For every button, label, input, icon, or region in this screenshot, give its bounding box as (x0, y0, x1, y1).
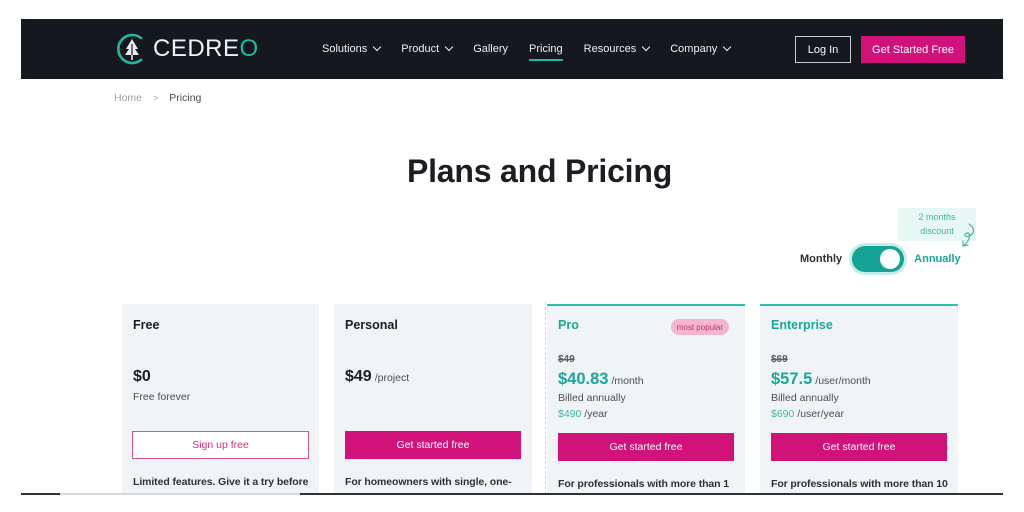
login-button[interactable]: Log In (795, 36, 851, 63)
get-started-free-button[interactable]: Get started free (771, 433, 947, 461)
plan-card-pro: Pro most popular $49 $40.83 /month Bille… (547, 304, 745, 494)
plan-card-free: Free $0 Free forever Sign up free Limite… (122, 304, 319, 494)
price-row: $49 /project (345, 368, 409, 386)
plan-description: For professionals with more than 1 (558, 478, 730, 490)
top-navbar: CEDREO Solutions Product Gallery Pricing… (21, 19, 1003, 79)
billing-toggle: Monthly Annually (800, 244, 961, 274)
get-started-free-button[interactable]: Get started free (345, 431, 521, 459)
nav-gallery-label: Gallery (473, 43, 509, 55)
plan-card-enterprise: Enterprise $69 $57.5 /user/month Billed … (760, 304, 958, 494)
main-nav: Solutions Product Gallery Pricing Resour… (322, 19, 751, 79)
billing-period-switch[interactable] (852, 246, 905, 272)
yearly-unit: /user/year (797, 408, 844, 420)
chevron-down-icon (373, 42, 382, 52)
nav-company[interactable]: Company (670, 19, 732, 79)
nav-solutions[interactable]: Solutions (322, 19, 382, 79)
billed-annually: Billed annually (558, 392, 626, 404)
price-row: $57.5 /user/month (771, 370, 871, 389)
chevron-down-icon (444, 42, 454, 52)
chevron-down-icon (723, 42, 732, 52)
billed-annually: Billed annually (771, 392, 839, 404)
price-row: $40.83 /month (558, 370, 644, 389)
nav-resources[interactable]: Resources (583, 19, 651, 79)
plan-price: $0 (133, 368, 151, 385)
plans-divider (545, 302, 546, 494)
get-started-free-button[interactable]: Get Started Free (861, 36, 965, 63)
plan-name: Free (133, 318, 160, 332)
nav-resources-label: Resources (583, 43, 637, 55)
breadcrumb: Home > Pricing (114, 92, 201, 104)
switch-knob (880, 249, 901, 269)
price-unit: /project (374, 372, 410, 384)
yearly-amount: $490 (558, 408, 582, 420)
plan-name: Personal (345, 318, 398, 332)
price-unit: /month (611, 375, 644, 387)
breadcrumb-home[interactable]: Home (114, 92, 142, 104)
old-price: $49 (558, 354, 575, 365)
logo-wordmark-o: O (239, 35, 259, 62)
nav-product[interactable]: Product (401, 19, 454, 79)
nav-pricing-label: Pricing (529, 43, 563, 55)
page-title: Plans and Pricing (406, 153, 673, 189)
logo-wordmark: CEDREO (153, 35, 259, 63)
plan-price: $57.5 (771, 370, 813, 388)
yearly-amount: $690 (771, 408, 795, 420)
plan-subtitle: Free forever (133, 391, 191, 403)
logo-wordmark-main: CEDRE (153, 35, 240, 62)
price-row: $0 (133, 368, 151, 386)
breadcrumb-current: Pricing (169, 92, 202, 104)
plan-card-personal: Personal $49 /project Get started free F… (334, 304, 532, 494)
monthly-label[interactable]: Monthly (800, 253, 842, 265)
plan-description: For homeowners with single, one- (345, 476, 512, 488)
nav-product-label: Product (401, 43, 440, 55)
plan-price: $40.83 (558, 370, 609, 388)
nav-company-label: Company (670, 43, 718, 55)
plan-description: For professionals with more than 10 (771, 478, 948, 490)
most-popular-badge: most popular (670, 319, 729, 335)
old-price: $69 (771, 354, 788, 365)
sign-up-free-button[interactable]: Sign up free (132, 431, 309, 459)
plan-name: Enterprise (771, 318, 833, 332)
nav-gallery[interactable]: Gallery (473, 19, 508, 79)
get-started-free-button[interactable]: Get started free (558, 433, 734, 461)
plan-price: $49 (345, 368, 372, 385)
breadcrumb-separator: > (153, 93, 159, 103)
annually-label[interactable]: Annually (914, 253, 960, 265)
price-unit: /user/month (815, 375, 871, 387)
cedreo-logo[interactable]: CEDREO (115, 32, 259, 66)
yearly-price: $690 /user/year (771, 408, 844, 420)
plan-description: Limited features. Give it a try before (133, 476, 309, 488)
nav-pricing[interactable]: Pricing (529, 19, 563, 79)
yearly-price: $490 /year (558, 408, 608, 420)
nav-solutions-label: Solutions (322, 43, 368, 55)
chevron-down-icon (641, 42, 651, 52)
yearly-unit: /year (584, 408, 608, 420)
bottom-border-highlight (60, 493, 300, 495)
tree-logo-icon (117, 33, 143, 65)
